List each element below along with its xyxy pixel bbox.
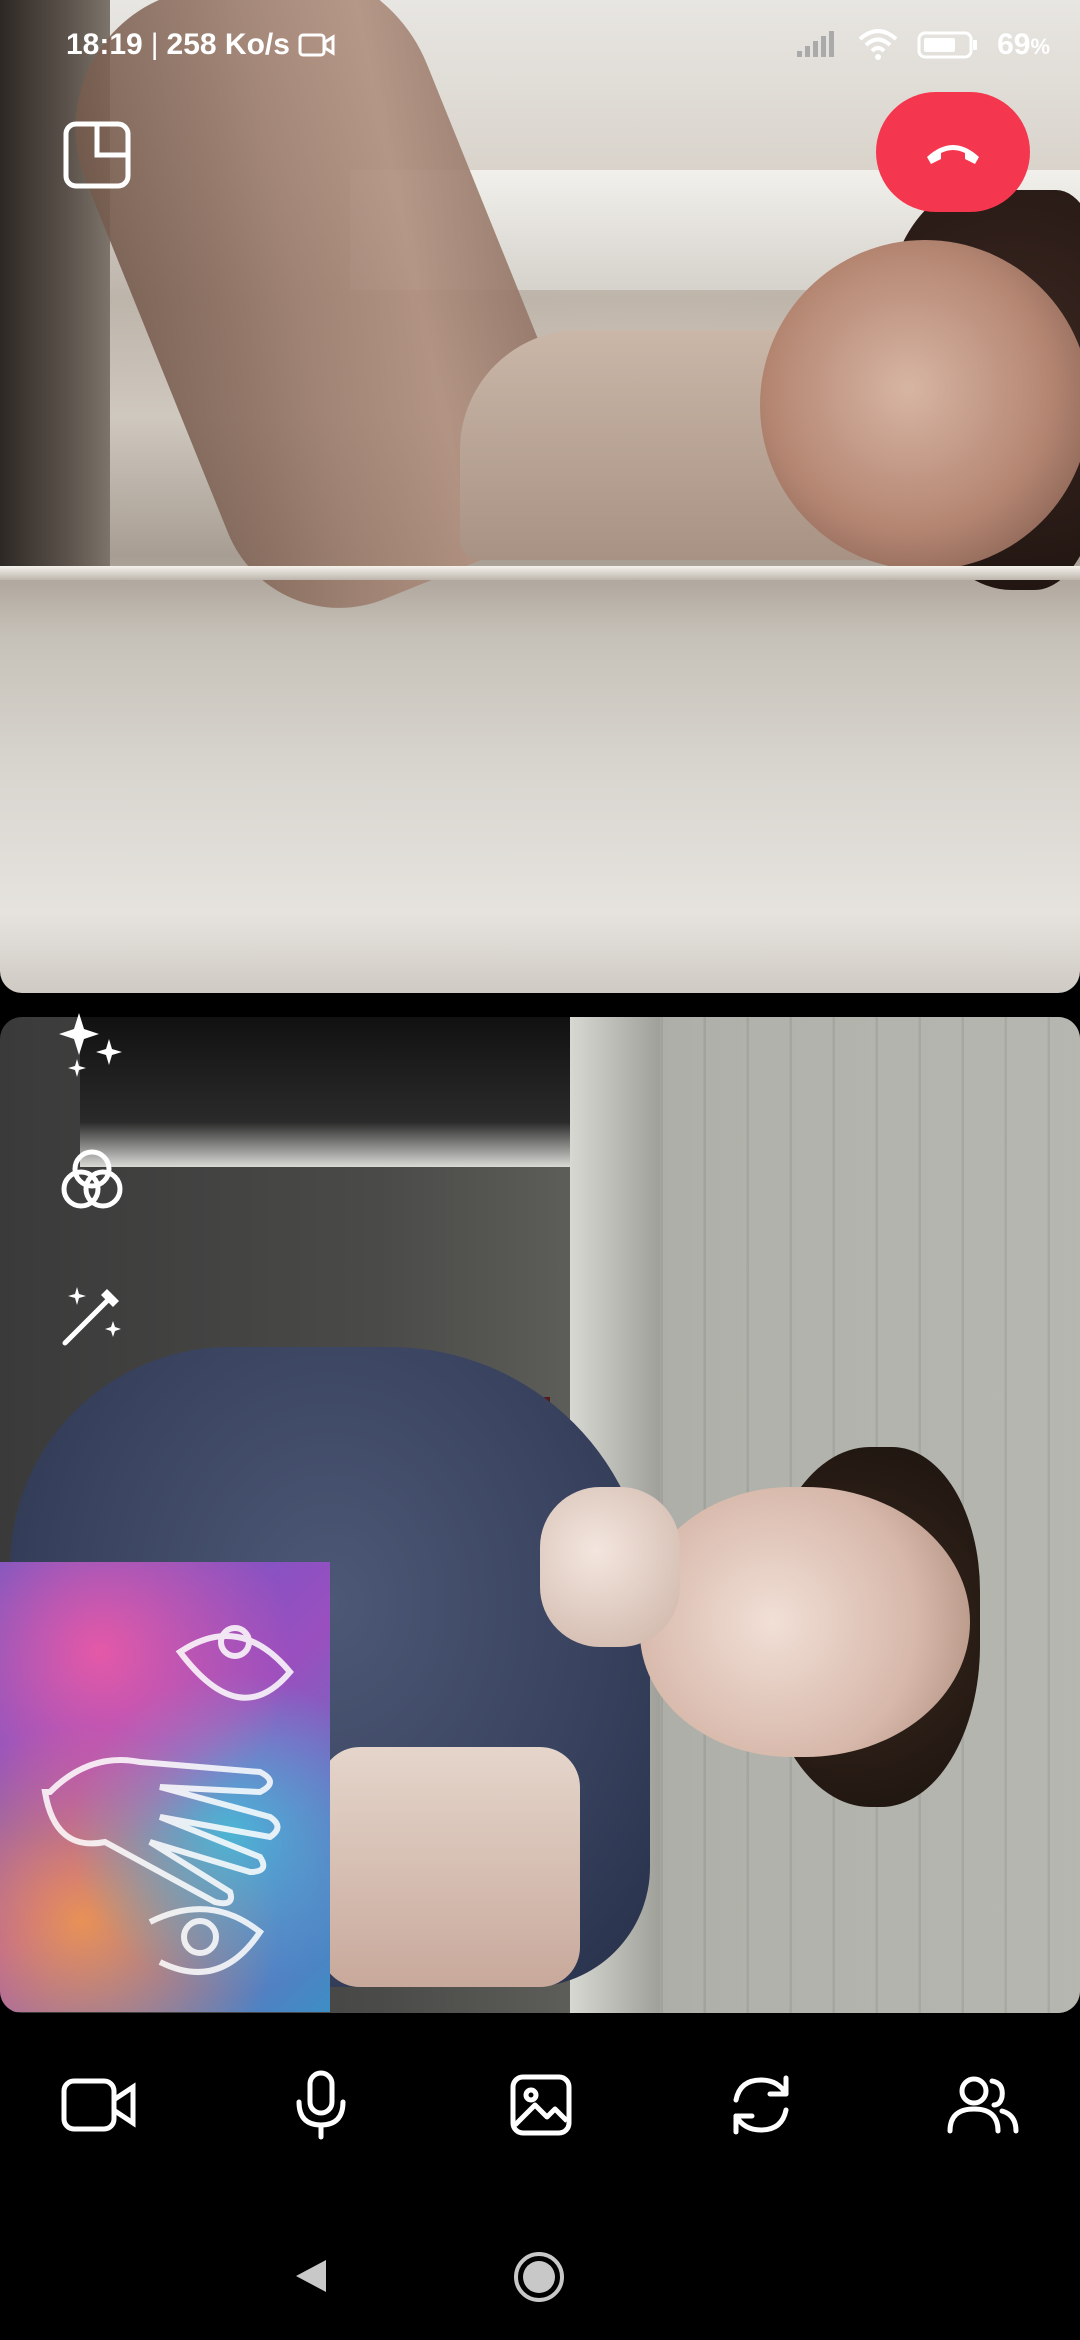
signal-icon [797, 31, 835, 57]
status-left: 18:19 | 258 Ko/s [66, 28, 336, 62]
participants-button[interactable] [938, 2060, 1028, 2150]
status-time: 18:19 [66, 28, 143, 61]
microphone-icon [296, 2070, 346, 2140]
status-right: 69% [795, 28, 1050, 62]
nav-back-button[interactable] [292, 2256, 332, 2301]
share-image-button[interactable] [496, 2060, 586, 2150]
back-triangle-icon [296, 2260, 326, 2292]
magic-wand-button[interactable] [52, 1276, 132, 1356]
phone-hangup-icon [927, 145, 979, 164]
image-icon [510, 2074, 572, 2136]
system-navigation-bar [0, 2220, 1080, 2340]
video-call-screen: 18:19 | 258 Ko/s 69% [0, 0, 1080, 2340]
effects-button[interactable] [52, 1004, 132, 1084]
local-video-tile[interactable] [0, 1017, 1080, 2013]
magic-wand-icon [62, 1287, 121, 1346]
sparkle-effects-icon [59, 1013, 122, 1077]
camera-toggle-button[interactable] [54, 2060, 144, 2150]
filters-icon [61, 1149, 123, 1209]
filters-button[interactable] [52, 1140, 132, 1220]
remote-video-ledge [0, 566, 1080, 580]
remote-video-face [760, 240, 1080, 570]
switch-camera-button[interactable] [716, 2060, 806, 2150]
home-circle-icon [514, 2252, 564, 2302]
local-video-book [0, 1562, 330, 2012]
local-video-hand [540, 1487, 680, 1647]
status-network-speed: 258 Ko/s [166, 28, 290, 61]
battery-percentage: 69% [997, 28, 1050, 61]
local-video-face [640, 1487, 970, 1757]
battery-icon [917, 31, 978, 59]
layout-toggle-button[interactable] [62, 120, 132, 190]
wifi-icon [858, 29, 898, 60]
switch-camera-icon [733, 2075, 789, 2135]
local-video-ceiling [80, 1017, 580, 1167]
microphone-toggle-button[interactable] [276, 2060, 366, 2150]
layout-icon [63, 121, 131, 189]
status-separator: | [150, 28, 159, 61]
participants-icon [947, 2076, 1019, 2134]
local-video-arm [320, 1747, 580, 1987]
call-controls-toolbar [0, 2040, 1080, 2160]
nav-home-button[interactable] [512, 2250, 566, 2304]
status-bar: 18:19 | 258 Ko/s 69% [0, 0, 1080, 96]
video-camera-icon [61, 2078, 136, 2132]
end-call-button[interactable] [876, 92, 1030, 212]
video-record-icon [298, 33, 335, 57]
